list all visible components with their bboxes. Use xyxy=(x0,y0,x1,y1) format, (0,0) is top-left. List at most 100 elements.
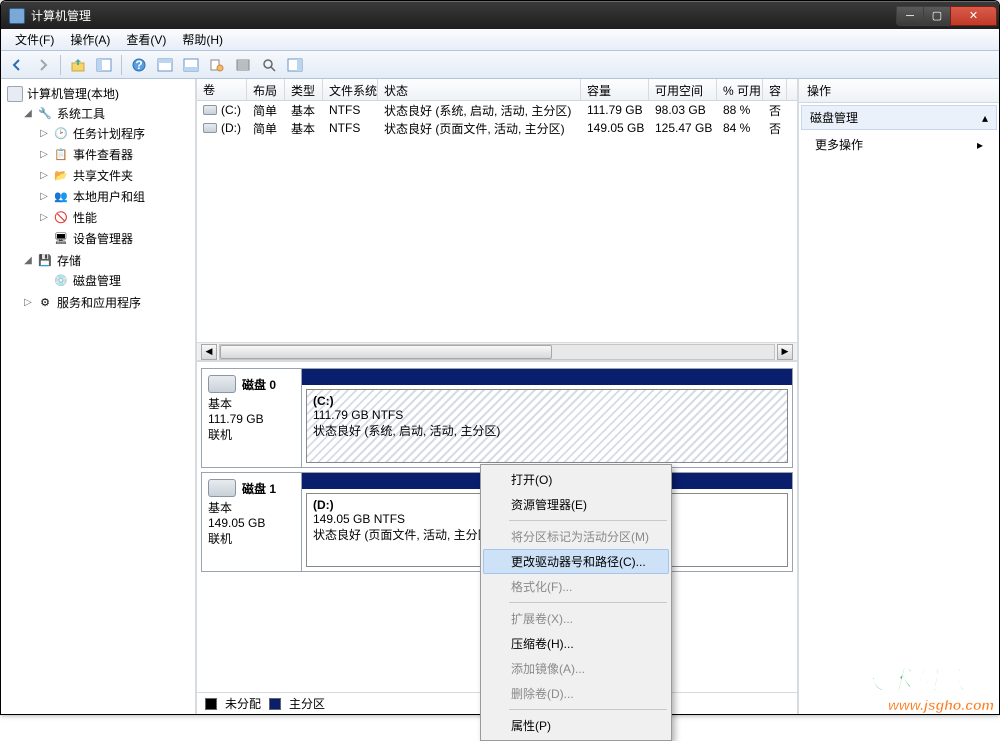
svg-text:?: ? xyxy=(135,58,142,72)
nav-tree[interactable]: 计算机管理(本地) ◢系统工具 ▷任务计划程序 ▷事件查看器 ▷共享文件夹 ▷本… xyxy=(1,79,197,714)
menu-separator xyxy=(509,709,667,710)
legend-unallocated-label: 未分配 xyxy=(225,695,261,712)
scroll-thumb[interactable] xyxy=(220,345,552,359)
col-layout[interactable]: 布局 xyxy=(247,79,285,100)
toolbar-help-button[interactable]: ? xyxy=(127,54,151,76)
expand-icon[interactable]: ▷ xyxy=(23,298,33,308)
menu-file[interactable]: 文件(F) xyxy=(7,29,62,50)
col-percent[interactable]: % 可用 xyxy=(717,79,763,100)
ctx-change-drive-letter[interactable]: 更改驱动器号和路径(C)... xyxy=(483,549,669,574)
tree-root[interactable]: 计算机管理(本地) xyxy=(3,84,195,103)
disk-icon xyxy=(53,273,69,289)
ctx-delete-volume: 删除卷(D)... xyxy=(483,681,669,706)
users-icon xyxy=(53,189,69,205)
storage-icon xyxy=(37,253,53,269)
collapse-icon[interactable]: ◢ xyxy=(23,256,33,266)
col-capacity[interactable]: 容量 xyxy=(581,79,649,100)
toolbar-action-pane-button[interactable] xyxy=(283,54,307,76)
window-title: 计算机管理 xyxy=(31,7,897,24)
tree-storage[interactable]: ◢存储 xyxy=(19,251,195,270)
toolbar-back-button[interactable] xyxy=(5,54,29,76)
col-free[interactable]: 可用空间 xyxy=(649,79,717,100)
disk-info[interactable]: 磁盘 0 基本 111.79 GB 联机 xyxy=(202,369,302,467)
scroll-left-button[interactable]: ◀ xyxy=(201,344,217,360)
event-icon xyxy=(53,147,69,163)
disk-info[interactable]: 磁盘 1 基本 149.05 GB 联机 xyxy=(202,473,302,571)
expand-icon[interactable]: ▷ xyxy=(39,213,49,223)
volume-row[interactable]: (D:) 简单 基本 NTFS 状态良好 (页面文件, 活动, 主分区) 149… xyxy=(197,119,797,137)
ctx-shrink[interactable]: 压缩卷(H)... xyxy=(483,631,669,656)
minimize-button[interactable]: ─ xyxy=(896,6,924,26)
disk-header-bar xyxy=(302,369,792,385)
ctx-properties[interactable]: 属性(P) xyxy=(483,713,669,738)
scroll-track[interactable] xyxy=(219,344,775,360)
tree-shared-folders[interactable]: ▷共享文件夹 xyxy=(35,166,195,185)
menubar: 文件(F) 操作(A) 查看(V) 帮助(H) xyxy=(1,29,999,51)
clock-icon xyxy=(53,126,69,142)
titlebar[interactable]: 计算机管理 ─ ▢ ✕ xyxy=(1,1,999,29)
col-filesystem[interactable]: 文件系统 xyxy=(323,79,378,100)
computer-icon xyxy=(7,86,23,102)
tree-system-tools[interactable]: ◢系统工具 xyxy=(19,104,195,123)
toolbar-show-hide-tree-button[interactable] xyxy=(92,54,116,76)
context-menu[interactable]: 打开(O) 资源管理器(E) 将分区标记为活动分区(M) 更改驱动器号和路径(C… xyxy=(480,464,672,741)
menu-view[interactable]: 查看(V) xyxy=(118,29,174,50)
app-icon xyxy=(9,8,25,24)
disk-icon xyxy=(208,479,236,497)
ctx-add-mirror: 添加镜像(A)... xyxy=(483,656,669,681)
col-fault[interactable]: 容 xyxy=(763,79,787,100)
disk-icon xyxy=(208,375,236,393)
tree-local-users[interactable]: ▷本地用户和组 xyxy=(35,187,195,206)
share-icon xyxy=(53,168,69,184)
menu-action[interactable]: 操作(A) xyxy=(62,29,118,50)
toolbar-search-button[interactable] xyxy=(257,54,281,76)
actions-more[interactable]: 更多操作 ▸ xyxy=(799,132,999,157)
toolbar-forward-button[interactable] xyxy=(31,54,55,76)
expand-icon[interactable]: ▷ xyxy=(39,129,49,139)
col-volume[interactable]: 卷 xyxy=(197,79,247,100)
collapse-icon: ▴ xyxy=(982,111,988,125)
toolbar-view-top-button[interactable] xyxy=(153,54,177,76)
scroll-right-button[interactable]: ▶ xyxy=(777,344,793,360)
volume-row[interactable]: (C:) 简单 基本 NTFS 状态良好 (系统, 启动, 活动, 主分区) 1… xyxy=(197,101,797,119)
actions-section-disk[interactable]: 磁盘管理 ▴ xyxy=(801,105,997,130)
legend-swatch-unallocated xyxy=(205,698,217,710)
col-type[interactable]: 类型 xyxy=(285,79,323,100)
volume-icon xyxy=(203,105,217,115)
tree-disk-management[interactable]: 磁盘管理 xyxy=(35,271,195,290)
toolbar-settings-button[interactable] xyxy=(205,54,229,76)
tree-task-scheduler[interactable]: ▷任务计划程序 xyxy=(35,124,195,143)
expand-icon[interactable]: ▷ xyxy=(39,192,49,202)
volume-list: 卷 布局 类型 文件系统 状态 容量 可用空间 % 可用 容 (C:) 简单 基… xyxy=(197,79,797,362)
ctx-explorer[interactable]: 资源管理器(E) xyxy=(483,492,669,517)
maximize-button[interactable]: ▢ xyxy=(923,6,951,26)
wrench-icon xyxy=(37,106,53,122)
device-icon xyxy=(53,231,69,247)
toolbar-list-hatched-button[interactable] xyxy=(231,54,255,76)
toolbar-up-button[interactable] xyxy=(66,54,90,76)
disk-block[interactable]: 磁盘 0 基本 111.79 GB 联机 (C:) 111.79 GB NTFS… xyxy=(201,368,793,468)
chevron-right-icon: ▸ xyxy=(977,138,983,152)
services-icon xyxy=(37,295,53,311)
col-status[interactable]: 状态 xyxy=(378,79,581,100)
menu-separator xyxy=(509,602,667,603)
close-button[interactable]: ✕ xyxy=(950,6,997,26)
perf-icon xyxy=(53,210,69,226)
partition-c[interactable]: (C:) 111.79 GB NTFS 状态良好 (系统, 启动, 活动, 主分… xyxy=(306,389,788,463)
ctx-open[interactable]: 打开(O) xyxy=(483,467,669,492)
ctx-format: 格式化(F)... xyxy=(483,574,669,599)
tree-performance[interactable]: ▷性能 xyxy=(35,208,195,227)
menu-separator xyxy=(509,520,667,521)
collapse-icon[interactable]: ◢ xyxy=(23,109,33,119)
expand-icon[interactable]: ▷ xyxy=(39,150,49,160)
tree-device-manager[interactable]: 设备管理器 xyxy=(35,229,195,248)
actions-pane: 操作 磁盘管理 ▴ 更多操作 ▸ xyxy=(799,79,999,714)
expand-icon[interactable]: ▷ xyxy=(39,171,49,181)
tree-services-apps[interactable]: ▷服务和应用程序 xyxy=(19,293,195,312)
volume-list-header[interactable]: 卷 布局 类型 文件系统 状态 容量 可用空间 % 可用 容 xyxy=(197,79,797,101)
volume-hscroll[interactable]: ◀ ▶ xyxy=(197,342,797,360)
menu-help[interactable]: 帮助(H) xyxy=(174,29,231,50)
volume-icon xyxy=(203,123,217,133)
toolbar-view-bottom-button[interactable] xyxy=(179,54,203,76)
tree-event-viewer[interactable]: ▷事件查看器 xyxy=(35,145,195,164)
